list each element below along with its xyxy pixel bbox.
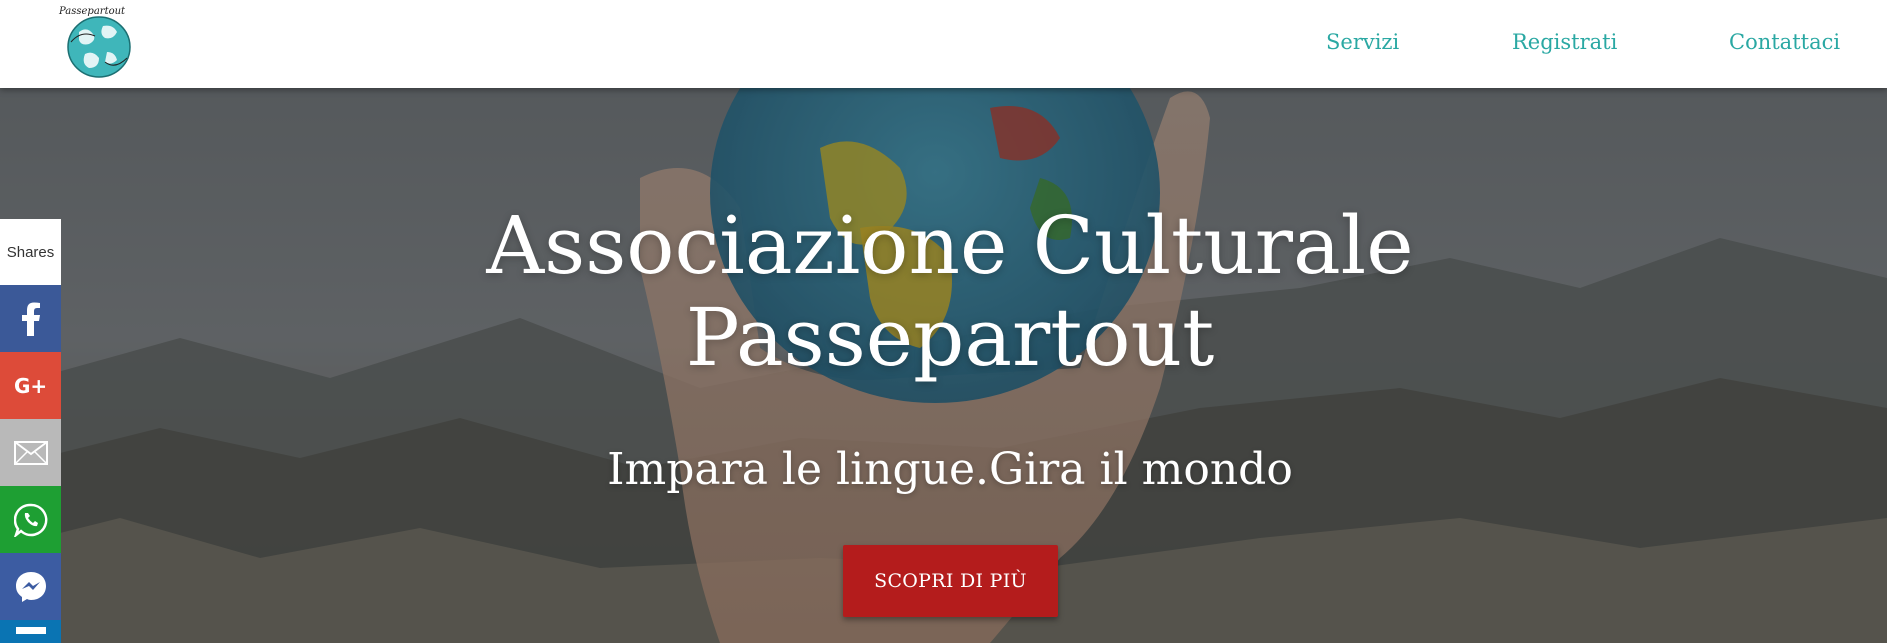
svg-text:G+: G+ bbox=[14, 375, 47, 397]
whatsapp-icon bbox=[13, 503, 47, 537]
social-share-bar: Shares G+ bbox=[0, 219, 61, 643]
hero-title-line1: Associazione Culturale bbox=[486, 199, 1414, 292]
facebook-icon bbox=[21, 302, 40, 336]
globe-logo-icon: Passepartout bbox=[58, 6, 131, 78]
share-linkedin-button[interactable] bbox=[0, 620, 61, 643]
nav-link-registrati[interactable]: Registrati bbox=[1512, 30, 1617, 54]
nav-link-servizi[interactable]: Servizi bbox=[1326, 30, 1399, 54]
hero-subtitle: Impara le lingue.Gira il mondo bbox=[607, 444, 1293, 495]
messenger-icon bbox=[15, 571, 46, 602]
shares-label: Shares bbox=[0, 219, 61, 285]
share-facebook-button[interactable] bbox=[0, 285, 61, 352]
scopri-di-piu-button[interactable]: SCOPRI DI PIÙ bbox=[843, 545, 1058, 617]
site-header: Passepartout Servizi Registrati Contatta… bbox=[0, 0, 1887, 88]
share-email-button[interactable] bbox=[0, 419, 61, 486]
logo-wordmark: Passepartout bbox=[58, 6, 126, 17]
hero-title: Associazione Culturale Passepartout bbox=[0, 200, 1887, 384]
hero-title-line2: Passepartout bbox=[685, 291, 1215, 384]
hero-section: Associazione Culturale Passepartout Impa… bbox=[0, 88, 1887, 643]
share-google-plus-button[interactable]: G+ bbox=[0, 352, 61, 419]
site-logo[interactable]: Passepartout bbox=[55, 2, 139, 82]
share-messenger-button[interactable] bbox=[0, 553, 61, 620]
email-icon bbox=[13, 440, 48, 465]
linkedin-icon bbox=[15, 627, 46, 634]
nav-link-contattaci[interactable]: Contattaci bbox=[1729, 30, 1840, 54]
google-plus-icon: G+ bbox=[14, 375, 47, 397]
share-whatsapp-button[interactable] bbox=[0, 486, 61, 553]
